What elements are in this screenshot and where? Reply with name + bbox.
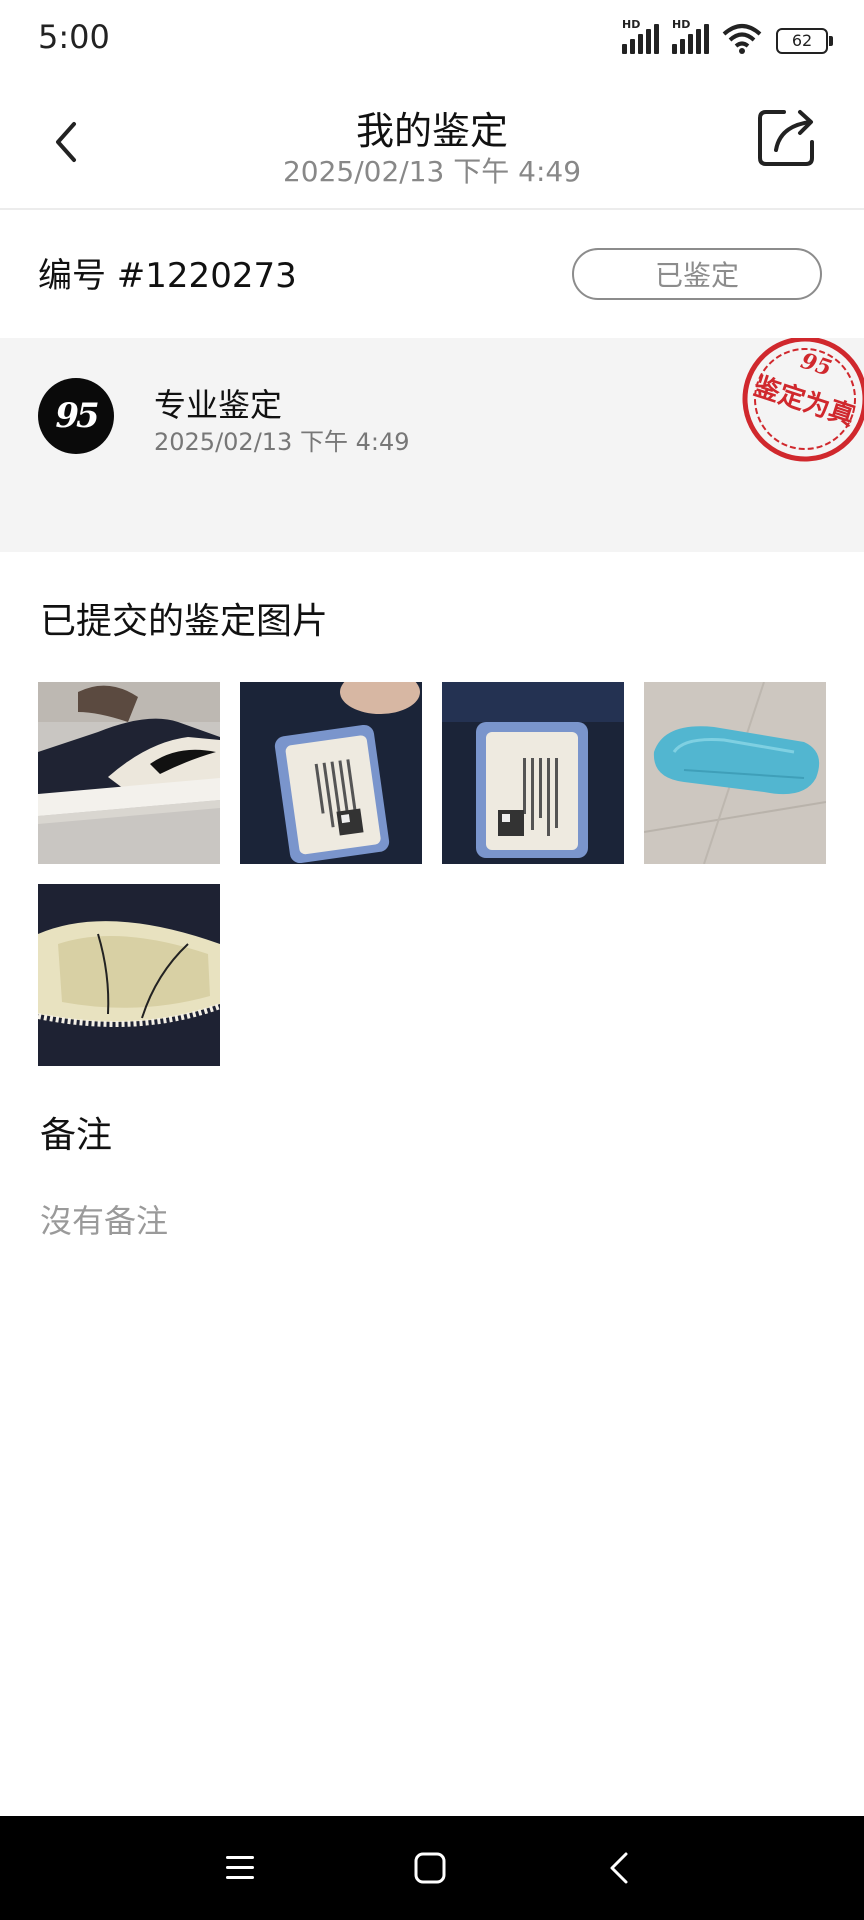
record-id-row: 编号 #1220273 已鉴定: [0, 210, 864, 338]
system-nav-bar: [0, 1816, 864, 1920]
status-icons: HD HD 62: [622, 18, 833, 54]
photo-thumbnail[interactable]: [38, 884, 220, 1066]
appraisal-type: 专业鉴定: [154, 386, 283, 424]
photo-thumbnail[interactable]: [644, 682, 826, 864]
appraisal-card: 95 专业鉴定 2025/02/13 下午 4:49 95 鉴定为真: [0, 338, 864, 552]
signal-icon: HD: [672, 18, 712, 54]
authentic-stamp-icon: 95 鉴定为真: [742, 338, 864, 462]
photo-thumbnail[interactable]: [240, 682, 422, 864]
page-subtitle-date: 2025/02/13 下午 4:49: [282, 155, 582, 188]
notes-section-title: 备注: [40, 1115, 113, 1156]
photos-section-title: 已提交的鉴定图片: [40, 601, 329, 642]
menu-icon[interactable]: [220, 1848, 260, 1888]
appraisal-date: 2025/02/13 下午 4:49: [154, 428, 410, 456]
app-header: 我的鉴定 2025/02/13 下午 4:49: [0, 82, 864, 210]
signal-icon: HD: [622, 18, 662, 54]
share-icon[interactable]: [754, 106, 818, 170]
photo-thumbnail[interactable]: [442, 682, 624, 864]
appraiser-logo: 95: [38, 378, 114, 454]
notes-empty-text: 沒有备注: [40, 1202, 169, 1240]
hd-label: HD: [672, 18, 691, 31]
record-id: 编号 #1220273: [38, 256, 297, 296]
wifi-icon: [722, 24, 762, 54]
back-icon[interactable]: [600, 1848, 640, 1888]
battery-icon: 62: [776, 28, 833, 54]
svg-text:95: 95: [798, 348, 835, 382]
photo-thumbnail[interactable]: [38, 682, 220, 864]
svg-text:鉴定为真: 鉴定为真: [749, 370, 858, 432]
status-badge[interactable]: 已鉴定: [572, 248, 822, 300]
home-square-icon[interactable]: [410, 1848, 450, 1888]
hd-label: HD: [622, 18, 641, 31]
status-time: 5:00: [38, 18, 110, 56]
page-title: 我的鉴定: [355, 109, 508, 153]
status-bar: 5:00 HD HD 62: [0, 0, 864, 82]
